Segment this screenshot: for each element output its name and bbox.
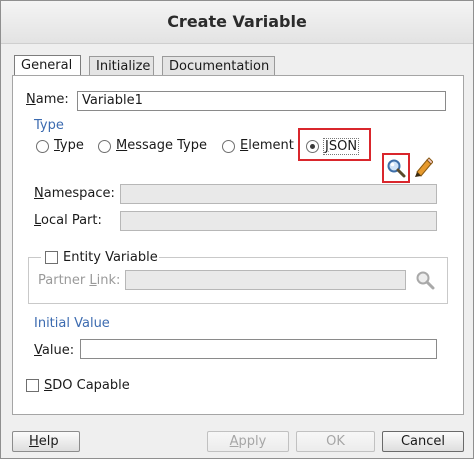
magnifier-icon[interactable]	[386, 158, 406, 178]
cancel-button[interactable]: Cancel	[382, 431, 464, 452]
apply-button[interactable]: Apply	[207, 431, 289, 452]
partner-link-label: Partner Link:	[38, 273, 121, 288]
tab-initialize[interactable]: Initialize	[89, 56, 154, 75]
local-part-label: Local Part:	[34, 213, 102, 228]
ok-button[interactable]: OK	[296, 431, 375, 452]
sdo-capable-label[interactable]: SDO Capable	[44, 378, 130, 393]
entity-variable-label[interactable]: Entity Variable	[63, 250, 158, 265]
json-radio-label[interactable]: JSON	[323, 138, 360, 155]
type-radio-label[interactable]: Type	[54, 138, 84, 153]
local-part-field	[120, 211, 437, 231]
partner-link-search-icon	[415, 270, 435, 290]
general-panel	[12, 75, 464, 415]
element-radio[interactable]	[222, 140, 235, 153]
title-bar: Create Variable	[1, 1, 473, 44]
tab-documentation[interactable]: Documentation	[162, 56, 275, 75]
namespace-field	[120, 184, 437, 204]
sdo-capable-checkbox[interactable]	[26, 379, 39, 392]
create-variable-dialog: Create Variable General Initialize Docum…	[0, 0, 474, 459]
pencil-icon[interactable]	[413, 157, 434, 177]
message-type-radio-label[interactable]: Message Type	[116, 138, 207, 153]
dialog-title: Create Variable	[167, 12, 307, 31]
tab-documentation-label: Documentation	[169, 59, 270, 74]
message-type-radio[interactable]	[98, 140, 111, 153]
initial-value-section-label: Initial Value	[34, 316, 110, 331]
type-section-label: Type	[34, 118, 64, 133]
name-input[interactable]: Variable1	[77, 91, 446, 111]
tab-general-label: General	[21, 58, 73, 73]
tab-initialize-label: Initialize	[96, 59, 151, 74]
value-input[interactable]	[80, 339, 437, 359]
entity-variable-checkbox[interactable]	[45, 251, 58, 264]
partner-link-field	[125, 270, 406, 290]
element-radio-label[interactable]: Element	[240, 138, 294, 153]
namespace-label: Namespace:	[34, 186, 115, 201]
help-button[interactable]: Help	[12, 431, 80, 452]
type-radio[interactable]	[36, 140, 49, 153]
json-radio[interactable]	[306, 140, 319, 153]
tab-general[interactable]: General	[14, 55, 81, 76]
name-label: Name:	[26, 92, 69, 107]
value-label: Value:	[34, 343, 75, 358]
